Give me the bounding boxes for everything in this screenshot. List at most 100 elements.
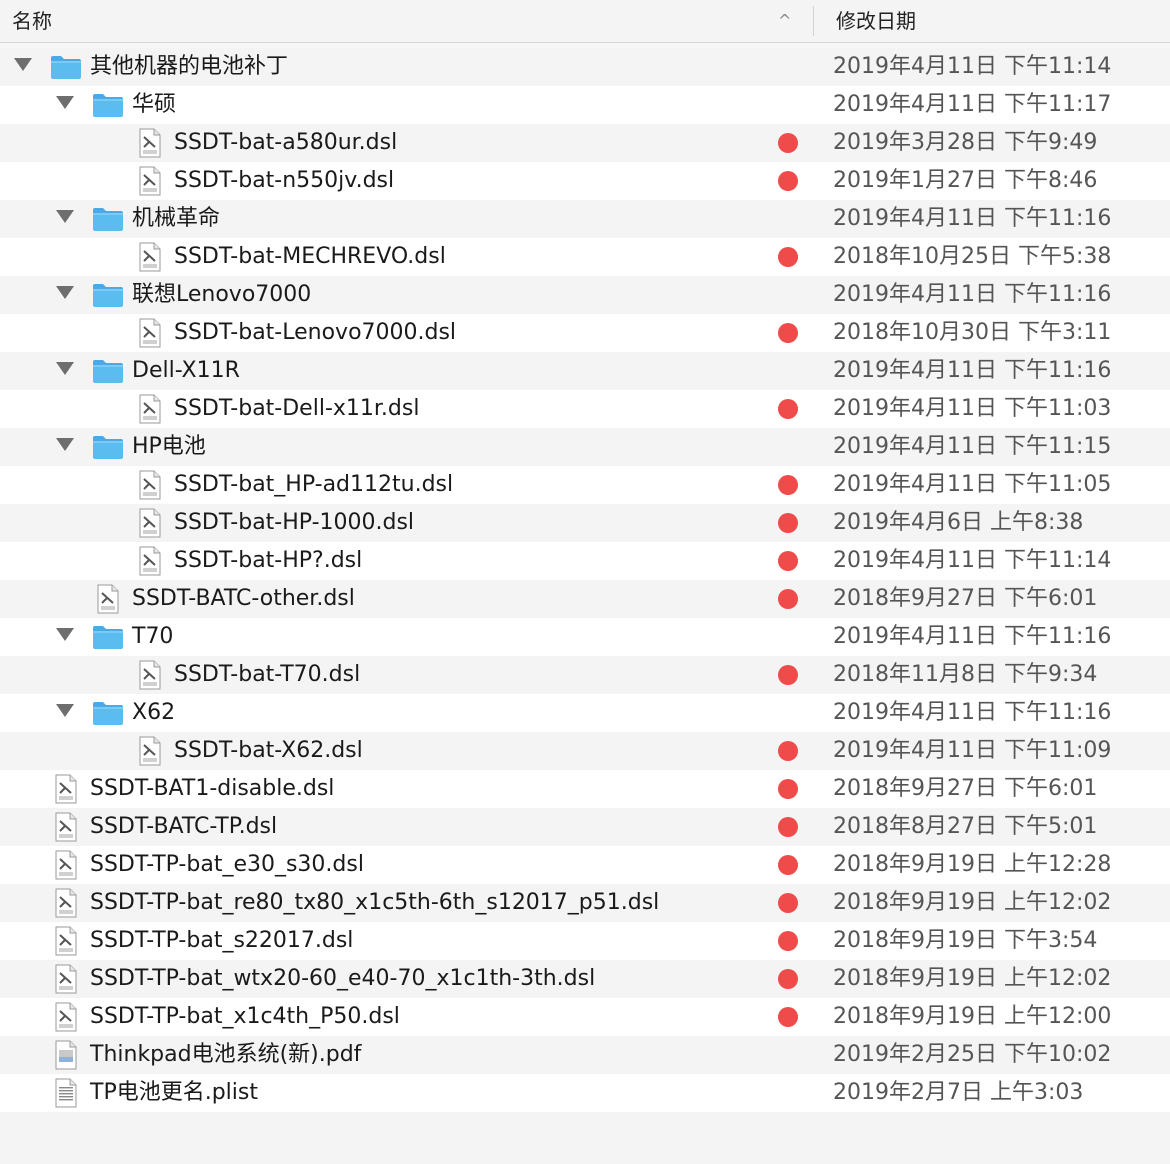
folder-icon: [93, 626, 123, 649]
plist-file-icon: [55, 1078, 77, 1108]
file-row[interactable]: SSDT-TP-bat_wtx20-60_e40-70_x1c1th-3th.d…: [0, 960, 1170, 998]
red-tag-icon: [778, 741, 798, 761]
date-modified-column-header[interactable]: 修改日期: [836, 0, 916, 42]
folder-icon: [93, 702, 123, 725]
dsl-file-icon: [139, 394, 161, 424]
file-row[interactable]: SSDT-TP-bat_re80_tx80_x1c5th-6th_s12017_…: [0, 884, 1170, 922]
dsl-file-icon: [55, 888, 77, 918]
date-modified: 2019年4月11日 下午11:16: [833, 624, 1112, 649]
item-name: SSDT-bat-Lenovo7000.dsl: [174, 320, 457, 345]
item-name: SSDT-TP-bat_x1c4th_P50.dsl: [90, 1004, 400, 1029]
dsl-file-icon: [139, 660, 161, 690]
folder-row[interactable]: X62 2019年4月11日 下午11:16: [0, 694, 1170, 732]
dsl-file-icon: [55, 774, 77, 804]
date-modified: 2019年4月6日 上午8:38: [833, 510, 1084, 535]
dsl-file-icon: [55, 812, 77, 842]
date-modified: 2018年9月19日 下午3:54: [833, 928, 1098, 953]
disclosure-triangle-icon[interactable]: [56, 628, 74, 641]
file-row[interactable]: SSDT-bat-HP?.dsl 2019年4月11日 下午11:14: [0, 542, 1170, 580]
file-row[interactable]: Thinkpad电池系统(新).pdf 2019年2月25日 下午10:02: [0, 1036, 1170, 1074]
date-modified: 2019年4月11日 下午11:03: [833, 396, 1112, 421]
item-name: 其他机器的电池补丁: [90, 54, 289, 79]
disclosure-triangle-icon[interactable]: [56, 704, 74, 717]
red-tag-icon: [778, 855, 798, 875]
file-row[interactable]: SSDT-bat-X62.dsl 2019年4月11日 下午11:09: [0, 732, 1170, 770]
disclosure-triangle-icon[interactable]: [56, 96, 74, 109]
disclosure-triangle-icon[interactable]: [56, 210, 74, 223]
red-tag-icon: [778, 817, 798, 837]
date-modified: 2018年11月8日 下午9:34: [833, 662, 1098, 687]
date-modified: 2018年9月19日 上午12:02: [833, 890, 1112, 915]
file-row[interactable]: SSDT-bat-n550jv.dsl 2019年1月27日 下午8:46: [0, 162, 1170, 200]
folder-icon: [93, 436, 123, 459]
disclosure-triangle-icon[interactable]: [56, 362, 74, 375]
date-modified: 2019年2月25日 下午10:02: [833, 1042, 1112, 1067]
dsl-file-icon: [139, 546, 161, 576]
column-divider[interactable]: [813, 6, 814, 36]
file-row[interactable]: SSDT-bat-HP-1000.dsl 2019年4月6日 上午8:38: [0, 504, 1170, 542]
file-row[interactable]: SSDT-bat-T70.dsl 2018年11月8日 下午9:34: [0, 656, 1170, 694]
folder-row[interactable]: Dell-X11R 2019年4月11日 下午11:16: [0, 352, 1170, 390]
item-name: SSDT-TP-bat_re80_tx80_x1c5th-6th_s12017_…: [90, 890, 660, 915]
dsl-file-icon: [139, 242, 161, 272]
item-name: SSDT-TP-bat_wtx20-60_e40-70_x1c1th-3th.d…: [90, 966, 596, 991]
dsl-file-icon: [139, 470, 161, 500]
dsl-file-icon: [55, 926, 77, 956]
file-row[interactable]: SSDT-TP-bat_s22017.dsl 2018年9月19日 下午3:54: [0, 922, 1170, 960]
sort-ascending-icon[interactable]: ^: [778, 0, 791, 42]
item-name: X62: [132, 700, 176, 725]
item-name: 联想Lenovo7000: [132, 282, 312, 307]
red-tag-icon: [778, 969, 798, 989]
file-row[interactable]: SSDT-bat-a580ur.dsl 2019年3月28日 下午9:49: [0, 124, 1170, 162]
file-row[interactable]: SSDT-BATC-TP.dsl 2018年8月27日 下午5:01: [0, 808, 1170, 846]
folder-icon: [93, 284, 123, 307]
disclosure-triangle-icon[interactable]: [56, 286, 74, 299]
item-name: SSDT-bat_HP-ad112tu.dsl: [174, 472, 454, 497]
folder-row[interactable]: T70 2019年4月11日 下午11:16: [0, 618, 1170, 656]
item-name: SSDT-bat-HP?.dsl: [174, 548, 363, 573]
folder-row[interactable]: 其他机器的电池补丁 2019年4月11日 下午11:14: [0, 48, 1170, 86]
file-row[interactable]: SSDT-bat-Lenovo7000.dsl 2018年10月30日 下午3:1…: [0, 314, 1170, 352]
red-tag-icon: [778, 931, 798, 951]
dsl-file-icon: [55, 1002, 77, 1032]
red-tag-icon: [778, 399, 798, 419]
red-tag-icon: [778, 513, 798, 533]
dsl-file-icon: [55, 850, 77, 880]
date-modified: 2019年4月11日 下午11:14: [833, 54, 1112, 79]
red-tag-icon: [778, 133, 798, 153]
item-name: SSDT-bat-Dell-x11r.dsl: [174, 396, 420, 421]
disclosure-triangle-icon[interactable]: [56, 438, 74, 451]
folder-row[interactable]: 华硕 2019年4月11日 下午11:17: [0, 86, 1170, 124]
file-row[interactable]: SSDT-bat-MECHREVO.dsl 2018年10月25日 下午5:38: [0, 238, 1170, 276]
file-row[interactable]: SSDT-TP-bat_x1c4th_P50.dsl 2018年9月19日 上午1…: [0, 998, 1170, 1036]
date-modified: 2018年10月30日 下午3:11: [833, 320, 1112, 345]
date-modified: 2019年4月11日 下午11:16: [833, 358, 1112, 383]
item-name: SSDT-BATC-TP.dsl: [90, 814, 278, 839]
file-row[interactable]: SSDT-BAT1-disable.dsl 2018年9月27日 下午6:01: [0, 770, 1170, 808]
item-name: SSDT-TP-bat_e30_s30.dsl: [90, 852, 364, 877]
folder-row[interactable]: 联想Lenovo7000 2019年4月11日 下午11:16: [0, 276, 1170, 314]
file-row[interactable]: TP电池更名.plist 2019年2月7日 上午3:03: [0, 1074, 1170, 1112]
file-row[interactable]: SSDT-BATC-other.dsl 2018年9月27日 下午6:01: [0, 580, 1170, 618]
dsl-file-icon: [139, 736, 161, 766]
file-row[interactable]: SSDT-bat_HP-ad112tu.dsl 2019年4月11日 下午11:0…: [0, 466, 1170, 504]
dsl-file-icon: [139, 318, 161, 348]
red-tag-icon: [778, 171, 798, 191]
pdf-file-icon: [55, 1040, 77, 1070]
date-modified: 2019年4月11日 下午11:05: [833, 472, 1112, 497]
date-modified: 2018年9月27日 下午6:01: [833, 586, 1098, 611]
folder-icon: [51, 56, 81, 79]
date-modified: 2019年1月27日 下午8:46: [833, 168, 1098, 193]
file-row[interactable]: SSDT-TP-bat_e30_s30.dsl 2018年9月19日 上午12:2…: [0, 846, 1170, 884]
folder-row[interactable]: HP电池 2019年4月11日 下午11:15: [0, 428, 1170, 466]
folder-icon: [93, 208, 123, 231]
file-row[interactable]: SSDT-bat-Dell-x11r.dsl 2019年4月11日 下午11:03: [0, 390, 1170, 428]
folder-row[interactable]: 机械革命 2019年4月11日 下午11:16: [0, 200, 1170, 238]
red-tag-icon: [778, 665, 798, 685]
date-modified: 2018年9月19日 上午12:28: [833, 852, 1112, 877]
date-modified: 2019年4月11日 下午11:15: [833, 434, 1112, 459]
red-tag-icon: [778, 247, 798, 267]
name-column-header[interactable]: 名称: [12, 0, 52, 42]
disclosure-triangle-icon[interactable]: [14, 58, 32, 71]
red-tag-icon: [778, 323, 798, 343]
